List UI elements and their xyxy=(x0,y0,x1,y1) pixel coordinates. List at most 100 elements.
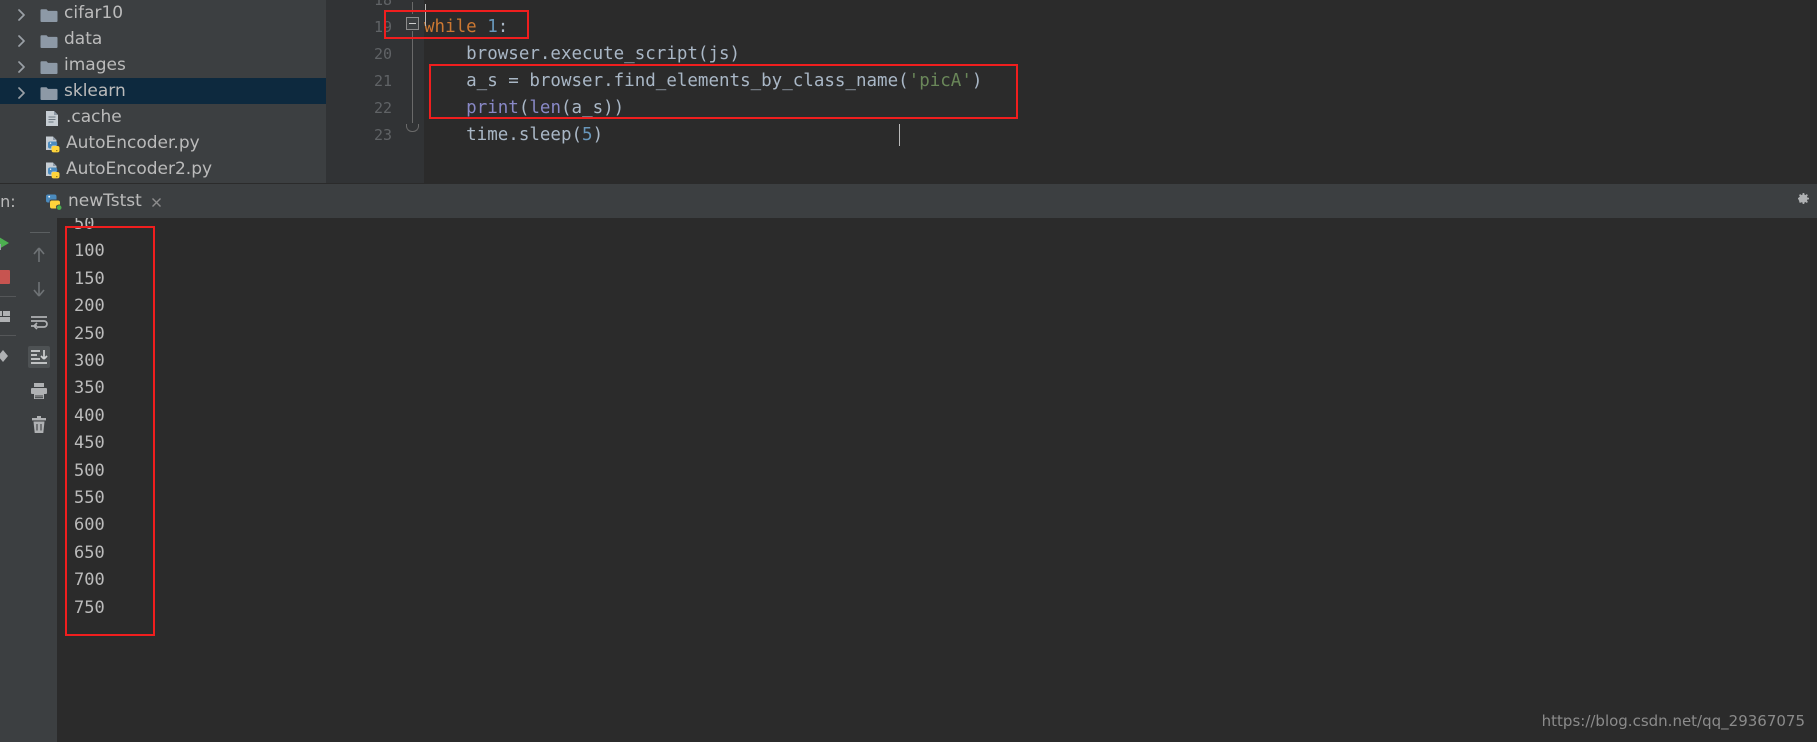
fold-end-icon xyxy=(406,124,419,132)
tree-item-label: images xyxy=(64,55,126,75)
console-output-line: 600 xyxy=(74,515,105,536)
code-token: 5 xyxy=(582,125,593,145)
console-output-line: 150 xyxy=(74,268,105,289)
code-token: ) xyxy=(971,71,983,91)
tree-item-label: AutoEncoder.py xyxy=(66,133,200,153)
run-tab-newTstst[interactable]: newTstst xyxy=(40,184,172,221)
code-token: 1 xyxy=(487,17,498,37)
run-tool-window-header: un: newTstst xyxy=(0,183,1817,221)
console-output-line: 100 xyxy=(74,241,105,262)
run-toolbar-secondary[interactable] xyxy=(22,218,58,742)
pin-icon[interactable] xyxy=(0,346,14,368)
folder-icon xyxy=(40,57,58,74)
code-token: time.sleep( xyxy=(424,125,583,145)
chevron-right-icon[interactable] xyxy=(14,78,28,104)
line-number: 23 xyxy=(373,126,392,144)
console-output-line: 350 xyxy=(74,378,105,399)
code-token: print xyxy=(466,98,519,118)
code-token: (a_s)) xyxy=(561,98,625,118)
stop-icon[interactable] xyxy=(0,266,14,288)
code-line-22[interactable]: print(len(a_s)) xyxy=(424,98,624,118)
console-output[interactable]: 50 100 150 200 250 300 350 400 450 500 550 600 650 70… xyxy=(58,218,1817,742)
folder-icon xyxy=(40,5,58,22)
code-line-19[interactable]: while 1: xyxy=(424,17,508,37)
tree-item-label: AutoEncoder2.py xyxy=(66,159,213,179)
run-window-label: un: xyxy=(0,192,16,211)
code-token: browser.execute_script(js) xyxy=(424,44,741,64)
line-number: 22 xyxy=(373,99,392,117)
tree-item-label: data xyxy=(64,29,103,49)
code-token: ) xyxy=(592,125,604,145)
code-editor[interactable]: 18 19 20 21 22 23 while 1: browser.execute_sc… xyxy=(326,0,1817,183)
tree-item-label: cifar10 xyxy=(64,3,124,23)
console-output-line: 500 xyxy=(74,460,105,481)
tree-item-cifar10[interactable]: cifar10 xyxy=(0,0,326,26)
console-output-line: 450 xyxy=(74,433,105,454)
line-number: 20 xyxy=(373,45,392,63)
pycharm-window: cifar10 data images sklearn .cache AutoEncode… xyxy=(0,0,1817,742)
chevron-right-icon[interactable] xyxy=(14,26,28,52)
editor-gutter[interactable]: 18 19 20 21 22 23 xyxy=(326,0,402,183)
console-output-line: 250 xyxy=(74,323,105,344)
text-caret xyxy=(899,124,900,146)
python-run-config-icon xyxy=(44,192,63,211)
line-number: 18 xyxy=(373,0,392,9)
project-tree-panel[interactable]: cifar10 data images sklearn .cache AutoEncode… xyxy=(0,0,326,183)
fold-line-body xyxy=(412,31,413,123)
arrow-down-icon[interactable] xyxy=(28,278,50,300)
python-file-icon xyxy=(44,135,62,153)
text-caret-top xyxy=(425,4,426,26)
arrow-up-icon[interactable] xyxy=(28,244,50,266)
scroll-to-end-icon[interactable] xyxy=(28,346,50,368)
code-token: ( xyxy=(518,98,530,118)
top-region: cifar10 data images sklearn .cache AutoEncode… xyxy=(0,0,1817,183)
tree-item-sklearn[interactable]: sklearn xyxy=(0,78,326,104)
code-token: : xyxy=(497,17,509,37)
close-icon[interactable] xyxy=(150,194,163,207)
rerun-icon[interactable] xyxy=(0,232,14,254)
code-line-23[interactable]: time.sleep(5) xyxy=(424,125,603,145)
console-output-line: 750 xyxy=(74,597,105,618)
fold-line-top xyxy=(412,2,413,14)
console-output-line: 700 xyxy=(74,570,105,591)
folder-icon xyxy=(40,31,58,48)
chevron-right-icon[interactable] xyxy=(14,52,28,78)
console-output-line: 400 xyxy=(74,405,105,426)
line-number: 19 xyxy=(373,18,392,36)
tree-item-label: sklearn xyxy=(64,81,126,101)
console-output-line: 550 xyxy=(74,488,105,508)
tree-item-data[interactable]: data xyxy=(0,26,326,52)
line-number: 21 xyxy=(373,72,392,90)
console-output-line: 650 xyxy=(74,542,105,563)
tree-item-autoencoder2-py[interactable]: AutoEncoder2.py xyxy=(0,156,326,182)
code-token: while xyxy=(424,17,477,37)
code-token: len xyxy=(529,98,561,118)
tree-item-images[interactable]: images xyxy=(0,52,326,78)
console-output-line: 200 xyxy=(74,296,105,317)
console-output-line: 50 xyxy=(74,218,95,234)
trash-icon[interactable] xyxy=(28,414,50,436)
chevron-right-icon[interactable] xyxy=(14,0,28,26)
console-output-line: 300 xyxy=(74,351,105,371)
file-icon xyxy=(44,109,62,126)
watermark-text: https://blog.csdn.net/qq_29367075 xyxy=(1541,712,1805,730)
code-line-21[interactable]: a_s = browser.find_elements_by_class_nam… xyxy=(424,71,982,91)
code-line-20[interactable]: browser.execute_script(js) xyxy=(424,44,740,64)
tree-item--cache[interactable]: .cache xyxy=(0,104,326,130)
folder-icon xyxy=(40,83,58,100)
python-file-icon xyxy=(44,161,62,179)
tree-item-label: .cache xyxy=(66,107,122,127)
soft-wrap-icon[interactable] xyxy=(28,312,50,334)
gear-icon[interactable] xyxy=(1793,190,1809,206)
run-toolbar-primary[interactable] xyxy=(0,218,22,742)
fold-collapse-icon[interactable] xyxy=(406,17,419,30)
editor-fold-column[interactable] xyxy=(402,0,424,183)
run-console-area: 50 100 150 200 250 300 350 400 450 500 550 600 650 70… xyxy=(0,218,1817,742)
tree-item-autoencoder-py[interactable]: AutoEncoder.py xyxy=(0,130,326,156)
code-token: a_s = browser.find_elements_by_class_nam… xyxy=(424,71,909,91)
restore-layout-icon[interactable] xyxy=(0,306,14,328)
printer-icon[interactable] xyxy=(28,380,50,402)
run-tab-label: newTstst xyxy=(68,191,142,211)
